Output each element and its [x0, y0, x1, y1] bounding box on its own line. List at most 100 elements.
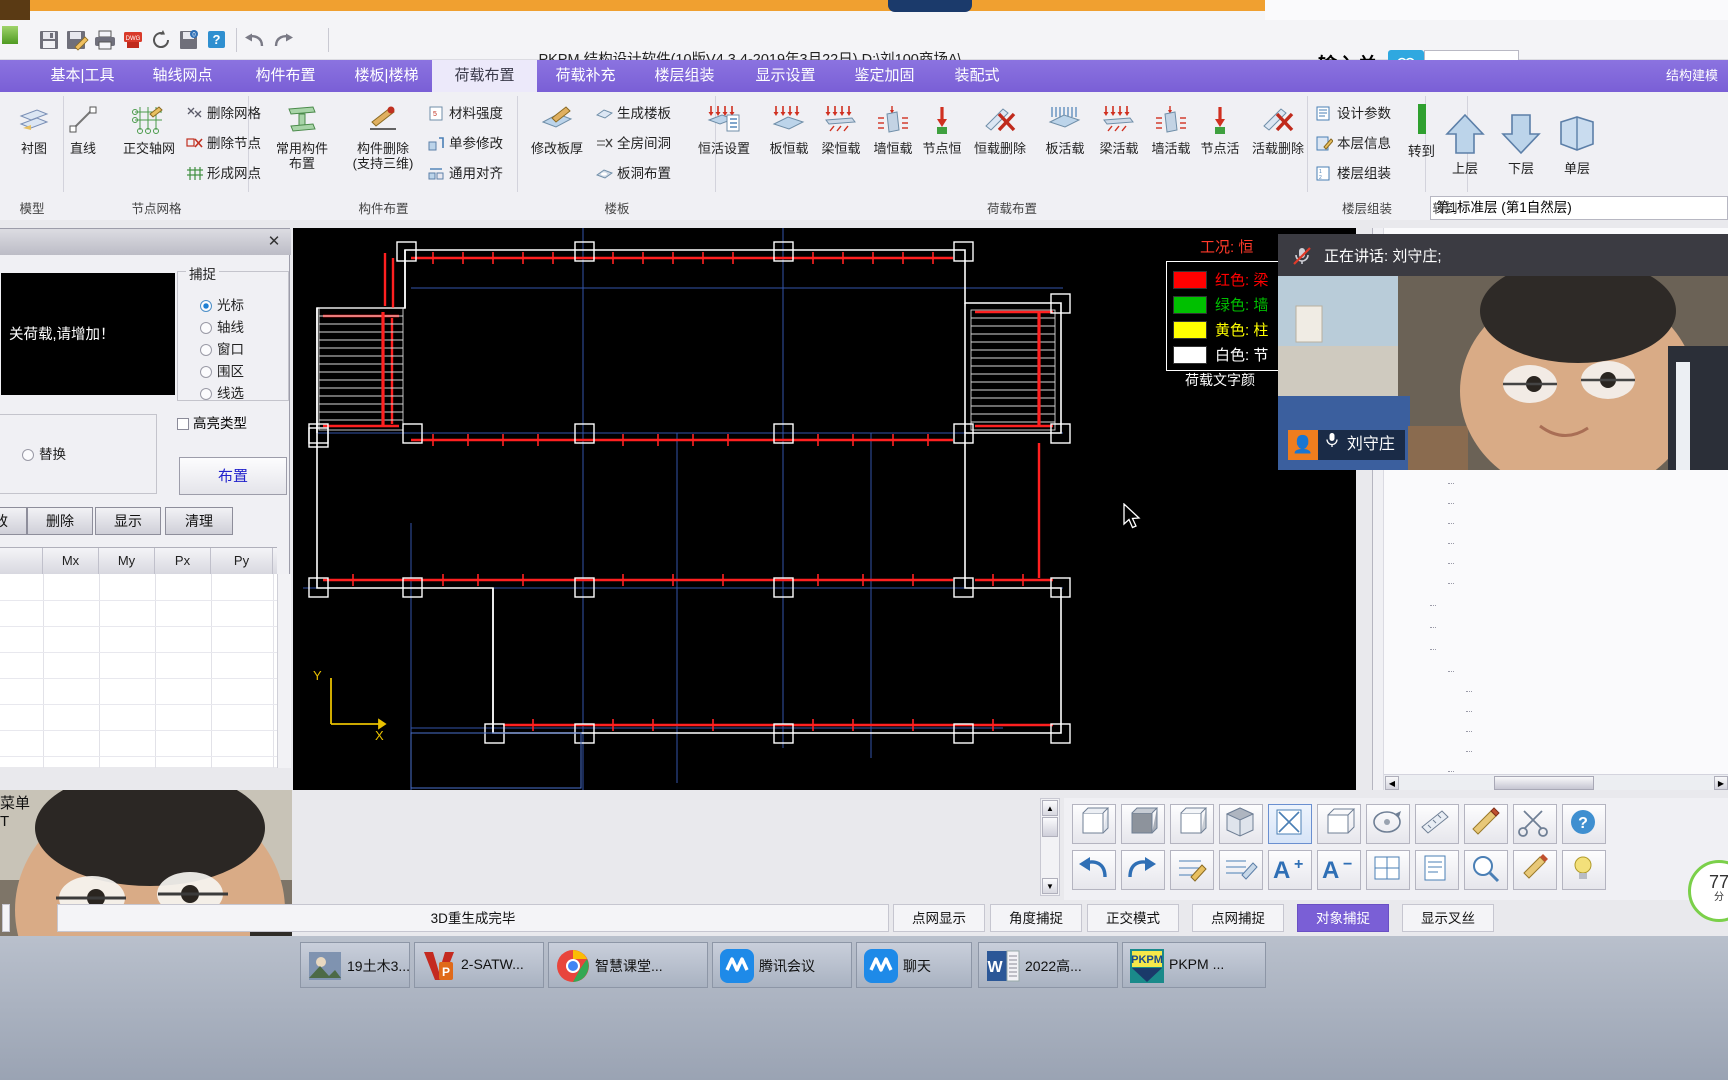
tab-0[interactable]: 基本|工具 [30, 60, 135, 92]
ribbon-button-single-layer-icon[interactable]: 单层 [1548, 112, 1606, 176]
mic-muted-icon[interactable] [1290, 244, 1314, 268]
help-icon[interactable]: ? [204, 28, 230, 52]
taskbar-item-3[interactable]: 腾讯会议 [712, 942, 852, 988]
taskbar-item-5[interactable]: W 2022高... [978, 942, 1118, 988]
tab-1[interactable]: 构件布置 [233, 60, 338, 92]
ribbon-button-beam-live-icon[interactable]: 梁活载 [1090, 104, 1148, 156]
palette-window-tile-icon[interactable] [1366, 850, 1410, 890]
scroll-left-arrow[interactable]: ◀ [1385, 776, 1399, 790]
goto-label[interactable]: 转到 [1408, 140, 1435, 160]
capture-radio-2[interactable]: 窗口 [200, 338, 244, 358]
tree-hscrollbar[interactable]: ◀ ▶ [1384, 774, 1728, 790]
capture-radio-4[interactable]: 线选 [200, 382, 244, 402]
vscroll-thumb[interactable] [1042, 817, 1058, 837]
capture-radio-3[interactable]: 围区 [200, 360, 244, 380]
ribbon-small-delete-grid-icon[interactable]: 删除网格 [186, 102, 261, 122]
radio-replace[interactable]: 替换 [22, 443, 66, 463]
ribbon-button-up-arrow-icon[interactable]: 上层 [1436, 112, 1494, 176]
ribbon-button-live-delete-icon[interactable]: 活载删除 [1244, 104, 1312, 156]
panel-action-3[interactable]: 清理 [165, 507, 233, 535]
tab-4[interactable]: 荷载布置 [432, 60, 537, 92]
ribbon-small-layer-info-icon[interactable]: 本层信息 [1316, 132, 1391, 152]
tab-2[interactable]: 轴线网点 [130, 60, 235, 92]
ribbon-button-down-arrow-icon[interactable]: 下层 [1492, 112, 1550, 176]
save-as-icon[interactable] [64, 28, 90, 52]
capture-radio-0[interactable]: 光标 [200, 294, 244, 314]
app-menu-button[interactable] [2, 26, 18, 44]
palette-measure-icon[interactable] [1415, 804, 1459, 844]
ribbon-button-deadlive-settings-icon[interactable]: 恒活设置 [688, 104, 760, 156]
redo-icon[interactable] [270, 28, 296, 52]
close-icon[interactable]: ✕ [265, 233, 283, 251]
palette-paint-icon[interactable] [1513, 850, 1557, 890]
scroll-down-arrow[interactable]: ▼ [1042, 878, 1058, 894]
taskbar-item-2[interactable]: 智慧课堂... [548, 942, 708, 988]
panel-action-1[interactable]: 删除 [27, 507, 93, 535]
arrange-button[interactable]: 布置 [179, 457, 287, 495]
panel-action-2[interactable]: 显示 [95, 507, 161, 535]
status-toggle-2[interactable]: 正交模式 [1087, 904, 1179, 932]
share-control-capsule[interactable] [888, 0, 972, 12]
status-toggle-0[interactable]: 点网显示 [893, 904, 985, 932]
ribbon-small-slab-hole-icon[interactable]: 板洞布置 [595, 162, 671, 182]
ribbon-button-wall-dead-icon[interactable]: 墙恒载 [864, 104, 922, 156]
palette-wire-box-icon[interactable] [1268, 804, 1312, 844]
status-toggle-1[interactable]: 角度捕捉 [990, 904, 1082, 932]
ribbon-small-delete-node-icon[interactable]: 删除节点 [186, 132, 261, 152]
taskbar-item-1[interactable]: P 2-SATW... [414, 942, 544, 988]
panel-action-0[interactable]: 修改 [0, 507, 27, 535]
ribbon-small-general-align-icon[interactable]: 通用对齐 [428, 162, 503, 182]
ribbon-button-slab-dead-icon[interactable]: 板恒载 [760, 104, 818, 156]
palette-hidden-box-icon[interactable] [1170, 804, 1214, 844]
ribbon-small-design-param-icon[interactable]: 设计参数 [1316, 102, 1391, 122]
palette-zoom-icon[interactable] [1464, 850, 1508, 890]
status-toggle-4[interactable]: 对象捕捉 [1297, 904, 1389, 932]
print-icon[interactable] [92, 28, 118, 52]
palette-brush-icon[interactable] [1464, 804, 1508, 844]
load-table[interactable]: Mx My Px Py [0, 547, 291, 768]
ribbon-button-orthogrid-icon[interactable]: 正交轴网 [110, 104, 188, 156]
ribbon-small-floor-assembly-icon[interactable]: 1 2 楼层组装 [1316, 162, 1391, 182]
palette-font-bigger-icon[interactable]: A + [1268, 850, 1312, 890]
status-toggle-3[interactable]: 点网捕捉 [1192, 904, 1284, 932]
palette-font-smaller-icon[interactable]: A − [1317, 850, 1361, 890]
ribbon-small-material-strength-icon[interactable]: 5 材料强度 [428, 102, 503, 122]
dwg-export-icon[interactable]: DWG [120, 28, 146, 52]
tree-hscroll-thumb[interactable] [1494, 776, 1594, 790]
palette-scissors-icon[interactable] [1513, 804, 1557, 844]
palette-rotate-icon[interactable] [1366, 804, 1410, 844]
ribbon-button-member-delete-icon[interactable]: 构件删除 (支持三维) [341, 104, 425, 171]
tab-3[interactable]: 楼板|楼梯 [334, 60, 439, 92]
palette-solid-box-icon[interactable] [1219, 804, 1263, 844]
load-layout-dialog[interactable]: 布置 ✕ 关荷载,请增加！ 捕捉 光标轴线窗口围区线选 释 替换 高亮类型 布置… [0, 228, 291, 1009]
tab-6[interactable]: 楼层组装 [632, 60, 737, 92]
ribbon-button-underlay-icon[interactable]: 衬图 [6, 104, 62, 156]
palette-list-icon[interactable] [1415, 850, 1459, 890]
canvas-vscrollbar[interactable]: ▲ ▼ [1040, 798, 1060, 896]
ribbon-button-node-live-icon[interactable]: 节点活 [1194, 104, 1246, 156]
palette-redo-icon[interactable] [1121, 850, 1165, 890]
capture-radio-1[interactable]: 轴线 [200, 316, 244, 336]
palette-undo-icon[interactable] [1072, 850, 1116, 890]
ribbon-button-dead-delete-icon[interactable]: 恒载删除 [966, 104, 1034, 156]
ribbon-small-all-room-hole-icon[interactable]: 全房间洞 [596, 132, 671, 152]
scroll-right-arrow[interactable]: ▶ [1714, 776, 1728, 790]
palette-shade-box-icon[interactable] [1121, 804, 1165, 844]
palette-table-edit-icon[interactable] [1219, 850, 1263, 890]
ribbon-small-form-node-icon[interactable]: 形成网点 [186, 162, 261, 182]
palette-bulb-icon[interactable] [1562, 850, 1606, 890]
palette-frame-box-icon[interactable] [1317, 804, 1361, 844]
palette-render-box-icon[interactable] [1072, 804, 1116, 844]
standard-layer-combo[interactable]: 第1标准层 (第1自然层) [1430, 196, 1728, 220]
palette-question-icon[interactable]: ? [1562, 804, 1606, 844]
ribbon-button-slab-live-icon[interactable]: 板活载 [1036, 104, 1094, 156]
palette-grid-edit-icon[interactable] [1170, 850, 1214, 890]
ribbon-button-wall-live-icon[interactable]: 墙活载 [1142, 104, 1200, 156]
status-toggle-5[interactable]: 显示叉丝 [1402, 904, 1494, 932]
conference-floating-window[interactable]: 正在讲话: 刘守庄; 👤 刘守庄 [1278, 234, 1728, 470]
tab-7[interactable]: 显示设置 [733, 60, 838, 92]
ribbon-small-generate-slab-icon[interactable]: 生成楼板 [595, 102, 671, 122]
ribbon-button-slab-thickness-icon[interactable]: 修改板厚 [520, 104, 594, 156]
load-table-scrollbar[interactable] [277, 574, 291, 768]
ribbon-button-beam-dead-icon[interactable]: 梁恒载 [812, 104, 870, 156]
